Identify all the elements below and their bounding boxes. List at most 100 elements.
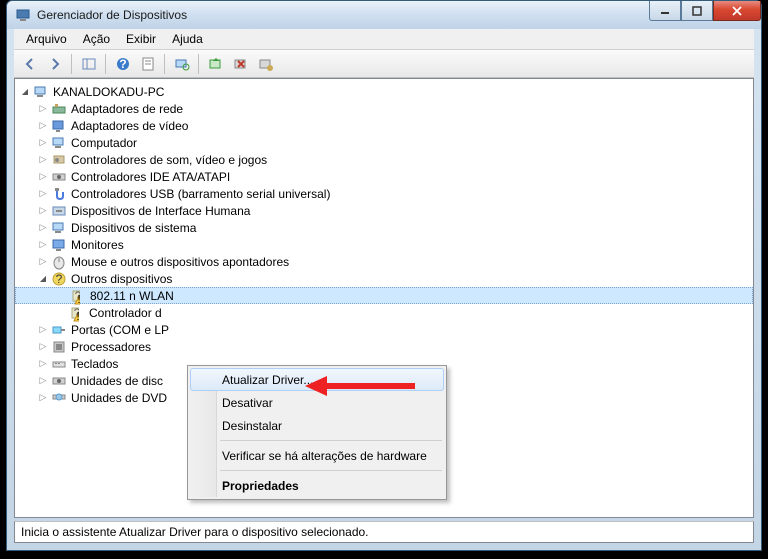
node-label: Adaptadores de rede bbox=[71, 102, 183, 116]
category-icon bbox=[51, 186, 67, 202]
expander-icon[interactable] bbox=[37, 137, 49, 149]
svg-text:?: ? bbox=[56, 272, 63, 286]
menu-action[interactable]: Ação bbox=[75, 30, 118, 48]
category-icon bbox=[51, 203, 67, 219]
maximize-button[interactable] bbox=[681, 1, 713, 21]
tree-node-other-devices[interactable]: ? Outros dispositivos bbox=[15, 270, 753, 287]
forward-button[interactable] bbox=[43, 52, 66, 75]
tree-node[interactable]: Adaptadores de rede bbox=[15, 100, 753, 117]
expander-icon[interactable] bbox=[37, 256, 49, 268]
expander-icon[interactable] bbox=[19, 86, 31, 98]
ctx-separator bbox=[220, 440, 442, 441]
node-label: Teclados bbox=[71, 357, 118, 371]
node-label: Mouse e outros dispositivos apontadores bbox=[71, 255, 289, 269]
node-label: Processadores bbox=[71, 340, 151, 354]
tree-node-wlan[interactable]: ? ! 802.11 n WLAN bbox=[15, 287, 753, 304]
tree-node[interactable]: Processadores bbox=[15, 338, 753, 355]
properties-button[interactable] bbox=[136, 52, 159, 75]
node-label: Monitores bbox=[71, 238, 124, 252]
unknown-device-icon: ? ! bbox=[70, 288, 86, 304]
category-icon bbox=[51, 101, 67, 117]
category-icon bbox=[51, 152, 67, 168]
node-label: Adaptadores de vídeo bbox=[71, 119, 188, 133]
expander-icon[interactable] bbox=[37, 171, 49, 183]
category-icon bbox=[51, 356, 67, 372]
computer-icon bbox=[33, 84, 49, 100]
ctx-disable[interactable]: Desativar bbox=[190, 391, 444, 414]
expander-icon[interactable] bbox=[37, 103, 49, 115]
expander-icon[interactable] bbox=[37, 154, 49, 166]
device-tree-panel[interactable]: KANALDOKADU-PC Adaptadores de rede Adapt… bbox=[14, 78, 754, 518]
device-tree: KANALDOKADU-PC Adaptadores de rede Adapt… bbox=[15, 79, 753, 410]
back-button[interactable] bbox=[18, 52, 41, 75]
expander-icon[interactable] bbox=[37, 341, 49, 353]
ctx-separator bbox=[220, 470, 442, 471]
update-driver-button[interactable] bbox=[204, 52, 227, 75]
show-hide-tree-button[interactable] bbox=[77, 52, 100, 75]
other-devices-icon: ? bbox=[51, 271, 67, 287]
expander-icon[interactable] bbox=[37, 188, 49, 200]
expander-icon[interactable] bbox=[37, 239, 49, 251]
statusbar-text: Inicia o assistente Atualizar Driver par… bbox=[21, 525, 369, 539]
expander-icon[interactable] bbox=[37, 375, 49, 387]
svg-text:!: ! bbox=[76, 312, 79, 322]
expander-icon[interactable] bbox=[37, 222, 49, 234]
node-label: Controladores USB (barramento serial uni… bbox=[71, 187, 330, 201]
ctx-update-driver[interactable]: Atualizar Driver... bbox=[190, 368, 444, 391]
category-icon bbox=[51, 135, 67, 151]
close-button[interactable] bbox=[713, 1, 761, 21]
ctx-uninstall[interactable]: Desinstalar bbox=[190, 414, 444, 437]
tree-node[interactable]: Mouse e outros dispositivos apontadores bbox=[15, 253, 753, 270]
scan-hardware-button[interactable] bbox=[170, 52, 193, 75]
help-button[interactable]: ? bbox=[111, 52, 134, 75]
expander-icon[interactable] bbox=[37, 273, 49, 285]
svg-text:?: ? bbox=[119, 57, 126, 71]
category-icon bbox=[51, 118, 67, 134]
menu-file[interactable]: Arquivo bbox=[18, 30, 75, 48]
tree-node[interactable]: Dispositivos de sistema bbox=[15, 219, 753, 236]
menu-help[interactable]: Ajuda bbox=[164, 30, 211, 48]
tree-node[interactable]: Controladores USB (barramento serial uni… bbox=[15, 185, 753, 202]
toolbar-separator bbox=[164, 54, 165, 74]
expander-icon[interactable] bbox=[37, 120, 49, 132]
svg-text:!: ! bbox=[77, 295, 80, 305]
toolbar-separator bbox=[198, 54, 199, 74]
expander-icon[interactable] bbox=[37, 324, 49, 336]
titlebar[interactable]: Gerenciador de Dispositivos bbox=[7, 1, 761, 29]
toolbar-separator bbox=[71, 54, 72, 74]
category-icon bbox=[51, 169, 67, 185]
node-label: 802.11 n WLAN bbox=[90, 289, 174, 303]
node-label: Controladores de som, vídeo e jogos bbox=[71, 153, 267, 167]
category-icon bbox=[51, 254, 67, 270]
app-icon bbox=[15, 7, 31, 23]
unknown-device-icon: ? ! bbox=[69, 305, 85, 321]
disable-button[interactable] bbox=[254, 52, 277, 75]
tree-node[interactable]: Portas (COM e LP bbox=[15, 321, 753, 338]
category-icon bbox=[51, 237, 67, 253]
tree-node[interactable]: Monitores bbox=[15, 236, 753, 253]
tree-node[interactable]: Controladores de som, vídeo e jogos bbox=[15, 151, 753, 168]
expander-icon[interactable] bbox=[37, 205, 49, 217]
tree-node[interactable]: Adaptadores de vídeo bbox=[15, 117, 753, 134]
statusbar: Inicia o assistente Atualizar Driver par… bbox=[14, 521, 754, 543]
device-manager-window: Gerenciador de Dispositivos Arquivo Ação… bbox=[6, 0, 762, 551]
ctx-properties[interactable]: Propriedades bbox=[190, 474, 444, 497]
tree-node[interactable]: Controladores IDE ATA/ATAPI bbox=[15, 168, 753, 185]
expander-icon[interactable] bbox=[37, 392, 49, 404]
uninstall-button[interactable] bbox=[229, 52, 252, 75]
tree-node-unknown-controller[interactable]: ? ! Controlador d bbox=[15, 304, 753, 321]
tree-node[interactable]: Dispositivos de Interface Humana bbox=[15, 202, 753, 219]
window-title: Gerenciador de Dispositivos bbox=[37, 8, 187, 22]
toolbar: ? bbox=[14, 50, 754, 78]
node-label: Outros dispositivos bbox=[71, 272, 172, 286]
tree-root[interactable]: KANALDOKADU-PC bbox=[15, 83, 753, 100]
category-icon bbox=[51, 220, 67, 236]
ctx-scan-hardware[interactable]: Verificar se há alterações de hardware bbox=[190, 444, 444, 467]
node-label: Controlador d bbox=[89, 306, 162, 320]
category-icon bbox=[51, 390, 67, 406]
minimize-button[interactable] bbox=[649, 1, 681, 21]
node-label: Unidades de DVD bbox=[71, 391, 167, 405]
tree-node[interactable]: Computador bbox=[15, 134, 753, 151]
menu-view[interactable]: Exibir bbox=[118, 30, 164, 48]
expander-icon[interactable] bbox=[37, 358, 49, 370]
